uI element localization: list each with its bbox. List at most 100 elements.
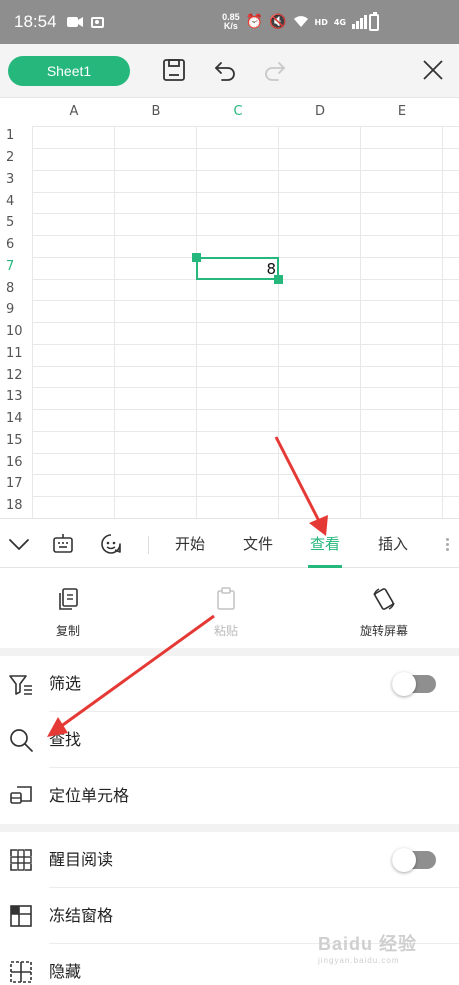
row-label[interactable]: 2 [0,150,32,165]
row-label[interactable]: 17 [0,476,32,491]
filter-label: 筛选 [49,674,82,693]
close-icon[interactable] [420,57,446,83]
assistant-icon[interactable] [99,532,123,556]
menu-item-filter[interactable]: 筛选 [0,656,459,712]
mute-icon: 🔇 [269,14,287,30]
rotate-screen-icon [373,588,395,610]
spreadsheet-grid[interactable]: A B C D E 1 2 3 4 5 6 7 8 9 10 11 12 13 … [0,98,459,518]
row-label[interactable]: 15 [0,433,32,448]
wifi-icon [293,13,309,32]
reading-mode-toggle[interactable] [392,848,436,872]
copy-button[interactable]: 复制 [23,586,113,639]
signal-icon [352,15,367,29]
hide-label: 隐藏 [49,962,82,981]
row-label[interactable]: 11 [0,346,32,361]
rotate-screen-label: 旋转屏幕 [359,624,408,638]
sheet-tab-button[interactable]: Sheet1 [8,56,130,86]
row-label[interactable]: 9 [0,302,32,317]
quick-actions: 复制 粘贴 旋转屏幕 [0,568,459,648]
row-label[interactable]: 18 [0,498,32,513]
grid-line [32,387,459,388]
grid-line [32,148,459,149]
menu-item-goto-cell[interactable]: 定位单元格 [0,768,459,824]
tab-insert[interactable]: 插入 [369,519,417,569]
hide-icon [8,959,34,985]
row-label[interactable]: 13 [0,389,32,404]
grid-line [32,431,459,432]
grid-line [32,126,459,127]
freeze-panes-icon [8,903,34,929]
status-time: 18:54 [14,12,57,31]
column-a[interactable]: A [33,98,115,126]
notification-icon [90,16,104,28]
grid-line [32,192,459,193]
column-d[interactable]: D [279,98,361,126]
redo-icon[interactable] [262,57,288,83]
copy-label: 复制 [55,624,80,638]
locate-cell-icon [8,783,34,809]
tab-view[interactable]: 查看 [301,519,349,569]
grid-line [32,453,459,454]
menu-item-reading-mode[interactable]: 醒目阅读 [0,832,459,888]
row-label[interactable]: 10 [0,324,32,339]
selected-cell[interactable]: 8 [196,257,279,280]
column-b[interactable]: B [115,98,197,126]
grid-line [32,474,459,475]
tab-file[interactable]: 文件 [234,519,282,569]
video-icon [66,13,83,32]
hd-label: HD [314,17,328,27]
grid-line [32,366,459,367]
keyboard-icon[interactable] [51,532,75,556]
top-toolbar: Sheet1 [0,44,459,98]
row-label[interactable]: 5 [0,215,32,230]
paste-button[interactable]: 粘贴 [181,586,271,639]
filter-toggle[interactable] [392,672,436,696]
freeze-panes-label: 冻结窗格 [49,906,114,925]
filter-icon [8,671,34,697]
net-speed-unit: K/s [223,21,238,31]
selection-handle-top-left[interactable] [192,253,201,262]
grid-line [32,213,459,214]
selection-handle-bottom-right[interactable] [274,275,283,284]
row-label[interactable]: 3 [0,172,32,187]
crosshair-icon [8,847,34,873]
row-label[interactable]: 4 [0,194,32,209]
grid-line [32,409,459,410]
column-e[interactable]: E [361,98,443,126]
row-label[interactable]: 16 [0,455,32,470]
grid-line [32,496,459,497]
row-label[interactable]: 12 [0,368,32,383]
net-speed: 0.85 K/s [222,13,240,31]
section-separator [0,648,459,656]
rotate-screen-button[interactable]: 旋转屏幕 [339,586,429,639]
ribbon-tab-bar: 开始 文件 查看 插入 [0,518,459,568]
column-header: A B C D E [0,98,459,126]
paste-label: 粘贴 [213,624,238,638]
save-icon[interactable] [161,57,187,83]
search-icon [8,727,34,753]
watermark: Baidu 经验 jingyan.baidu.com [318,934,418,965]
section-separator [0,824,459,832]
row-label-active[interactable]: 7 [0,259,32,274]
more-tabs-icon[interactable] [444,536,450,552]
battery-icon [369,12,379,31]
column-c[interactable]: C [197,98,279,126]
grid-line [32,300,459,301]
network-type: 4G [333,17,346,27]
chevron-down-icon[interactable] [7,532,31,556]
reading-mode-label: 醒目阅读 [49,850,114,869]
copy-icon [59,588,78,610]
row-label[interactable]: 1 [0,128,32,143]
grid-line [32,322,459,323]
row-label[interactable]: 6 [0,237,32,252]
status-bar: 18:54 0.85 K/s ⏰ 🔇 HD 4G [0,0,459,44]
paste-icon [217,587,235,610]
row-label[interactable]: 14 [0,411,32,426]
tab-divider [148,536,149,554]
status-indicators: 0.85 K/s ⏰ 🔇 HD 4G [222,0,367,44]
grid-line [32,170,459,171]
undo-icon[interactable] [212,57,238,83]
row-label[interactable]: 8 [0,281,32,296]
menu-item-find[interactable]: 查找 [0,712,459,768]
tab-start[interactable]: 开始 [166,519,214,569]
